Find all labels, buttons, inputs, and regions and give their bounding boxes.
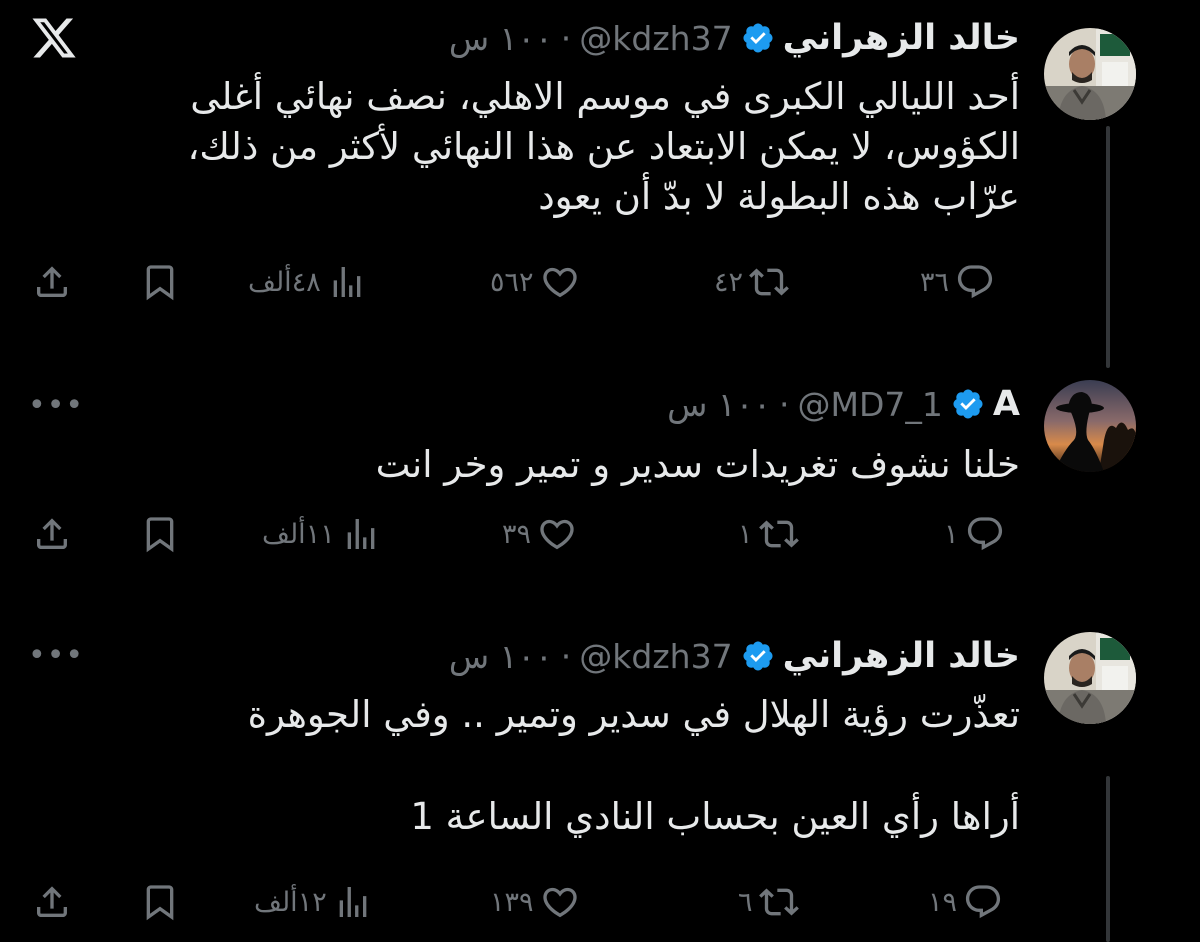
action-bar: ١ ١ ٣٩ ١١ألف <box>0 514 1200 564</box>
reply-count: ٣٦ <box>920 266 950 298</box>
tweet-2[interactable]: A @MD7_1 · ١٠٠ س ••• خلنا نشوف تغريدات س… <box>0 370 1200 590</box>
share-button[interactable] <box>32 514 72 554</box>
tweet-header: خالد الزهراني @kdzh37 · ١٠٠ س <box>449 16 1020 60</box>
more-options-button[interactable]: ••• <box>28 388 84 423</box>
retweet-icon <box>749 262 789 302</box>
reply-icon <box>963 882 1003 922</box>
reply-icon <box>955 262 995 302</box>
verified-badge-icon <box>741 639 775 673</box>
reply-button[interactable]: ١ <box>944 514 1005 554</box>
tweet-header: A @MD7_1 · ١٠٠ س <box>667 382 1020 426</box>
views-count: ١١ألف <box>262 518 335 550</box>
bookmark-icon <box>140 262 180 302</box>
retweet-button[interactable]: ٤٢ <box>714 262 789 302</box>
like-icon <box>537 514 577 554</box>
action-bar: ١٩ ٦ ١٣٩ ١٢ألف <box>0 882 1200 932</box>
views-count: ١٢ألف <box>254 886 327 918</box>
tweet-text-line: عرّاب هذه البطولة لا بدّ أن يعود <box>538 175 1020 218</box>
verified-badge-icon <box>951 387 985 421</box>
like-button[interactable]: ٥٦٢ <box>490 262 580 302</box>
tweet-text: أحد الليالي الكبرى في موسم الاهلي، نصف ن… <box>120 72 1020 222</box>
views-icon <box>333 882 373 922</box>
display-name[interactable]: خالد الزهراني <box>783 636 1020 676</box>
share-icon <box>32 262 72 302</box>
tweet-text: خلنا نشوف تغريدات سدير و تمير وخر انت <box>120 440 1020 490</box>
views-count: ٤٨ألف <box>248 266 321 298</box>
action-bar: ٣٦ ٤٢ ٥٦٢ ٤٨ألف <box>0 262 1200 312</box>
tweet-text-blank-line <box>120 740 1020 792</box>
like-icon <box>540 882 580 922</box>
share-icon <box>32 882 72 922</box>
like-count: ٣٩ <box>502 518 532 550</box>
share-button[interactable] <box>32 262 72 302</box>
bookmark-button[interactable] <box>140 882 180 922</box>
retweet-count: ١ <box>738 518 753 550</box>
retweet-icon <box>759 882 799 922</box>
views-button[interactable]: ١١ألف <box>262 514 381 554</box>
views-button[interactable]: ١٢ألف <box>254 882 373 922</box>
profile-photo-icon <box>1044 28 1136 120</box>
thread-line <box>1106 126 1110 368</box>
handle[interactable]: @kdzh37 <box>579 637 732 676</box>
views-icon <box>327 262 367 302</box>
avatar[interactable] <box>1044 632 1136 724</box>
share-button[interactable] <box>32 882 72 922</box>
retweet-icon <box>759 514 799 554</box>
timestamp[interactable]: ١٠٠ س <box>449 19 553 58</box>
tweet-text-line: تعذّرت رؤية الهلال في سدير وتمير .. وفي … <box>247 693 1020 736</box>
timestamp[interactable]: ١٠٠ س <box>667 385 771 424</box>
reply-button[interactable]: ١٩ <box>928 882 1003 922</box>
separator: · <box>560 636 572 676</box>
tweet-text-line: خلنا نشوف تغريدات سدير و تمير وخر انت <box>375 443 1020 486</box>
bookmark-button[interactable] <box>140 514 180 554</box>
silhouette-avatar-icon <box>1044 380 1136 472</box>
tweet-text-line: أحد الليالي الكبرى في موسم الاهلي، نصف ن… <box>190 75 1020 118</box>
reply-count: ١ <box>944 518 959 550</box>
reply-icon <box>965 514 1005 554</box>
display-name[interactable]: A <box>993 384 1020 424</box>
tweet-1[interactable]: خالد الزهراني @kdzh37 · ١٠٠ س أحد الليال… <box>0 0 1200 368</box>
handle[interactable]: @MD7_1 <box>798 385 943 424</box>
profile-photo-icon <box>1044 632 1136 724</box>
like-icon <box>540 262 580 302</box>
like-count: ٥٦٢ <box>490 266 534 298</box>
bookmark-button[interactable] <box>140 262 180 302</box>
retweet-count: ٤٢ <box>714 266 744 298</box>
separator: · <box>560 18 572 58</box>
tweet-text: تعذّرت رؤية الهلال في سدير وتمير .. وفي … <box>120 690 1020 842</box>
tweet-3[interactable]: خالد الزهراني @kdzh37 · ١٠٠ س ••• تعذّرت… <box>0 620 1200 942</box>
separator: · <box>779 384 790 424</box>
retweet-button[interactable]: ٦ <box>738 882 799 922</box>
handle[interactable]: @kdzh37 <box>579 19 732 58</box>
reply-button[interactable]: ٣٦ <box>920 262 995 302</box>
tweet-text-line: الكؤوس، لا يمكن الابتعاد عن هذا النهائي … <box>187 125 1020 168</box>
avatar[interactable] <box>1044 28 1136 120</box>
avatar[interactable] <box>1044 380 1136 472</box>
more-options-button[interactable]: ••• <box>28 638 84 673</box>
reply-count: ١٩ <box>928 886 958 918</box>
tweet-header: خالد الزهراني @kdzh37 · ١٠٠ س <box>449 634 1020 678</box>
views-button[interactable]: ٤٨ألف <box>248 262 367 302</box>
bookmark-icon <box>140 514 180 554</box>
verified-badge-icon <box>741 21 775 55</box>
like-count: ١٣٩ <box>490 886 534 918</box>
bookmark-icon <box>140 882 180 922</box>
like-button[interactable]: ١٣٩ <box>490 882 580 922</box>
retweet-count: ٦ <box>738 886 753 918</box>
tweet-text-line: أراها رأي العين بحساب النادي الساعة 1 <box>410 795 1020 838</box>
share-icon <box>32 514 72 554</box>
display-name[interactable]: خالد الزهراني <box>783 18 1020 58</box>
retweet-button[interactable]: ١ <box>738 514 799 554</box>
like-button[interactable]: ٣٩ <box>502 514 577 554</box>
timestamp[interactable]: ١٠٠ س <box>449 637 553 676</box>
views-icon <box>341 514 381 554</box>
